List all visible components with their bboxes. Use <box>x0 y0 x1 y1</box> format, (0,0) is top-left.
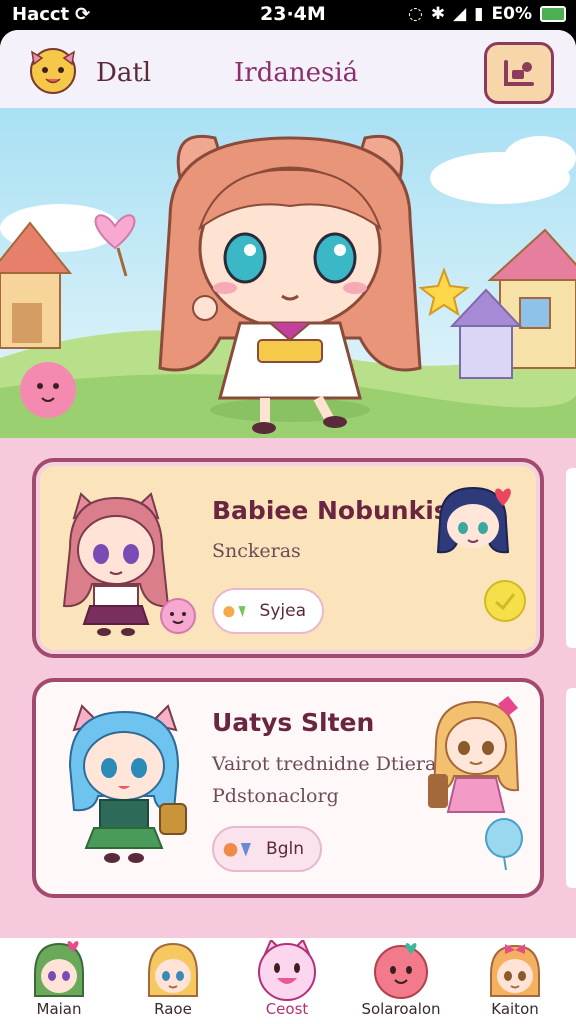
card-subtitle: Vairot trednidne Dtiera Pdstonaclorg <box>212 753 437 807</box>
status-right: ◌ ✱ ◢ ▮ E0% <box>408 4 566 24</box>
nav-label: Kaiton <box>491 1000 539 1018</box>
card-title: Uatys Slten <box>212 708 375 737</box>
status-left: Hacct ⟳ <box>12 4 90 25</box>
blue-balloon-icon <box>485 818 523 870</box>
blonde-girl-avatar-icon <box>428 696 520 813</box>
character-card-list: Babiee Nobunkis Snckeras Syjea Uatys Slt… <box>0 438 576 938</box>
card-action-pill[interactable]: Syjea <box>212 588 324 634</box>
nav-item-kaiton[interactable]: Kaiton <box>460 938 570 1024</box>
mascot-logo-icon[interactable] <box>24 40 82 98</box>
status-time: 23·4M <box>260 3 326 25</box>
nav-item-maian[interactable]: Maian <box>4 938 114 1024</box>
pink-flower-creature-icon <box>20 362 76 418</box>
nav-item-ceost[interactable]: Ceost <box>232 938 342 1024</box>
character-card-2[interactable]: Uatys Slten Vairot trednidne Dtiera Pdst… <box>32 678 544 898</box>
hero-illustration <box>0 108 576 438</box>
status-bar: Hacct ⟳ 23·4M ◌ ✱ ◢ ▮ E0% <box>0 0 576 30</box>
next-card-peek <box>566 468 576 648</box>
pink-blob-sticker-icon <box>160 598 196 634</box>
app-header: Datl Irdanesiá <box>0 30 576 108</box>
carrier-label: Hacct <box>12 4 70 25</box>
card-subtitle: Snckeras <box>212 540 301 562</box>
header-title: Irdanesiá <box>234 58 359 88</box>
nav-label: Maian <box>36 1000 82 1018</box>
card-action-pill[interactable]: Bgln <box>212 826 322 872</box>
blonde-avatar-icon <box>148 942 198 997</box>
profile-card-button[interactable] <box>484 42 554 104</box>
nav-item-raoe[interactable]: Raoe <box>118 938 228 1024</box>
card-action-label: Syjea <box>259 601 306 621</box>
card-title: Babiee Nobunkis <box>212 496 449 525</box>
id-card-icon <box>504 60 534 86</box>
nav-label: Solaroalon <box>361 1000 441 1018</box>
pink-blob-icon <box>374 943 428 999</box>
yellow-balloon-icon <box>484 580 526 622</box>
nav-label: Ceost <box>265 1000 309 1018</box>
sync-icon: ⟳ <box>75 4 91 25</box>
app-screen: Datl Irdanesiá Babiee Nobunkis Snckeras … <box>0 30 576 1024</box>
sim-icon: ▮ <box>474 4 484 24</box>
signal-icon: ◢ <box>453 4 467 24</box>
card-action-label: Bgln <box>266 839 304 859</box>
vibrate-icon: ◌ <box>407 4 423 24</box>
carrot-icons <box>223 843 251 857</box>
battery-label: E0% <box>491 4 532 24</box>
bluetooth-icon: ✱ <box>430 4 446 24</box>
battery-icon <box>540 6 566 22</box>
carrot-icons <box>223 606 246 618</box>
pink-cat-icon <box>258 940 316 1001</box>
hero-scene <box>0 108 576 438</box>
bottom-nav: Maian Raoe Ceost Solaroalon Kaiton <box>0 938 576 1024</box>
heart-balloon-small-icon <box>495 488 511 506</box>
next-card-peek-2 <box>566 688 576 888</box>
green-hair-avatar-icon <box>34 941 84 997</box>
cat-girl-blue-avatar-icon <box>68 704 187 863</box>
nav-item-solaroalon[interactable]: Solaroalon <box>346 938 456 1024</box>
nav-label: Raoe <box>154 1000 192 1018</box>
character-card-1[interactable]: Babiee Nobunkis Snckeras Syjea <box>32 458 544 658</box>
bow-girl-avatar-icon <box>490 944 540 997</box>
header-left-text[interactable]: Datl <box>96 58 151 88</box>
